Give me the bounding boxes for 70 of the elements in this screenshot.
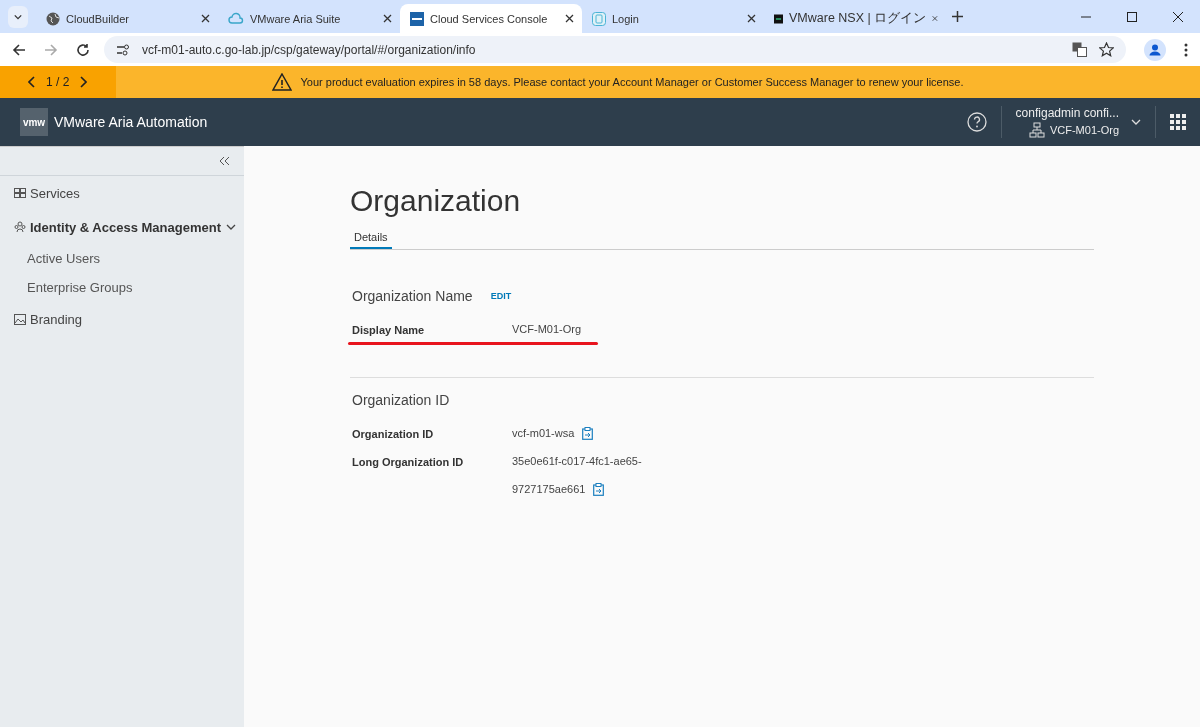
image-icon [14, 313, 26, 325]
browser-tab[interactable]: Cloud Services Console [400, 4, 582, 33]
tab-title: Login [612, 12, 640, 25]
field-label: Organization ID [352, 427, 435, 440]
help-icon[interactable] [966, 112, 987, 132]
previous-icon[interactable] [28, 76, 36, 88]
close-icon[interactable] [201, 14, 210, 23]
field-label: Display Name [352, 323, 426, 336]
address-bar[interactable]: vcf-m01-auto.c.go-lab.jp/csp/gateway/portal/#/organization/info [104, 36, 1126, 63]
url-text: vcf-m01-auto.c.go-lab.jp/csp/gateway/portal/#/organization/info [142, 42, 476, 57]
sidebar-item[interactable]: Branding [0, 302, 244, 336]
close-icon[interactable] [565, 14, 574, 23]
menu-icon[interactable] [1184, 42, 1188, 57]
org-name: VCF-M01-Org [1049, 124, 1119, 136]
sidebar-subitem[interactable]: Enterprise Groups [0, 273, 244, 302]
vmw-logo: vmw [20, 108, 48, 136]
profile-icon[interactable] [1144, 38, 1166, 61]
field-value: 35e0e61f-c017-4fc1-ae65- [512, 455, 642, 467]
sidebar-item[interactable]: Identity & Access Management [0, 210, 244, 244]
app-icon [592, 11, 606, 26]
browser-tab[interactable]: VMware NSX | ログイン [764, 4, 946, 33]
user-name: configadmin confi... [1015, 106, 1119, 120]
maximize-icon[interactable] [1126, 10, 1138, 23]
copy-icon[interactable] [593, 482, 605, 496]
close-icon[interactable] [1172, 10, 1184, 23]
new-tab-icon[interactable] [952, 11, 963, 22]
details-tab[interactable]: Details [350, 228, 392, 249]
browser-tab[interactable]: CloudBuilder [36, 4, 218, 33]
banner-message: Your product evaluation expires in 58 days. Please contact your Account Manager or Customer Success Manager to renew your license. [300, 76, 964, 88]
browser-tab[interactable]: VMware Aria Suite [218, 4, 400, 33]
sidebar-subitem[interactable]: Active Users [0, 244, 244, 273]
sidebar-item[interactable]: Services [0, 176, 244, 210]
chevron-icon [226, 224, 236, 230]
field-label: Long Organization ID [352, 455, 465, 468]
product-name: VMware Aria Automation [54, 114, 208, 130]
translate-icon[interactable] [1072, 42, 1087, 57]
field-value: vcf-m01-wsa [512, 427, 575, 439]
edit-link[interactable]: EDIT [490, 291, 512, 301]
site-settings-icon[interactable] [116, 43, 130, 56]
tab-list-button[interactable] [8, 5, 28, 28]
cloud-icon [228, 11, 244, 26]
chevron-down-icon [14, 13, 22, 20]
grid-icon [14, 188, 26, 198]
user-menu[interactable]: configadmin confi... VCF-M01-Org [1015, 106, 1141, 138]
back-icon[interactable] [12, 42, 26, 57]
tab-title: CloudBuilder [66, 12, 130, 25]
next-icon[interactable] [79, 76, 88, 88]
collapse-icon[interactable] [219, 156, 230, 166]
tab-title: VMware NSX | ログイン [789, 10, 927, 27]
page-title: Organization [350, 184, 522, 218]
reload-icon[interactable] [76, 42, 90, 57]
chevron-down-icon [1131, 119, 1141, 125]
field-value: 9727175ae661 [512, 483, 586, 495]
tab-title: Cloud Services Console [430, 12, 549, 25]
globe-icon [46, 11, 60, 26]
vmw-logo-icon [410, 11, 424, 26]
users-icon [14, 221, 26, 233]
star-icon[interactable] [1099, 42, 1114, 57]
browser-tab[interactable]: Login [582, 4, 764, 33]
close-icon[interactable] [747, 14, 756, 23]
app-grid-icon[interactable] [1170, 114, 1186, 130]
copy-icon[interactable] [582, 426, 594, 440]
section-title: Organization ID [352, 392, 450, 408]
field-value: VCF-M01-Org [512, 323, 582, 335]
tab-title: VMware Aria Suite [250, 12, 342, 25]
pager-text: 1 / 2 [46, 75, 70, 89]
close-icon[interactable] [383, 14, 392, 23]
warning-icon [272, 73, 293, 91]
section-title: Organization Name [352, 288, 473, 304]
org-tree-icon [1028, 122, 1045, 138]
